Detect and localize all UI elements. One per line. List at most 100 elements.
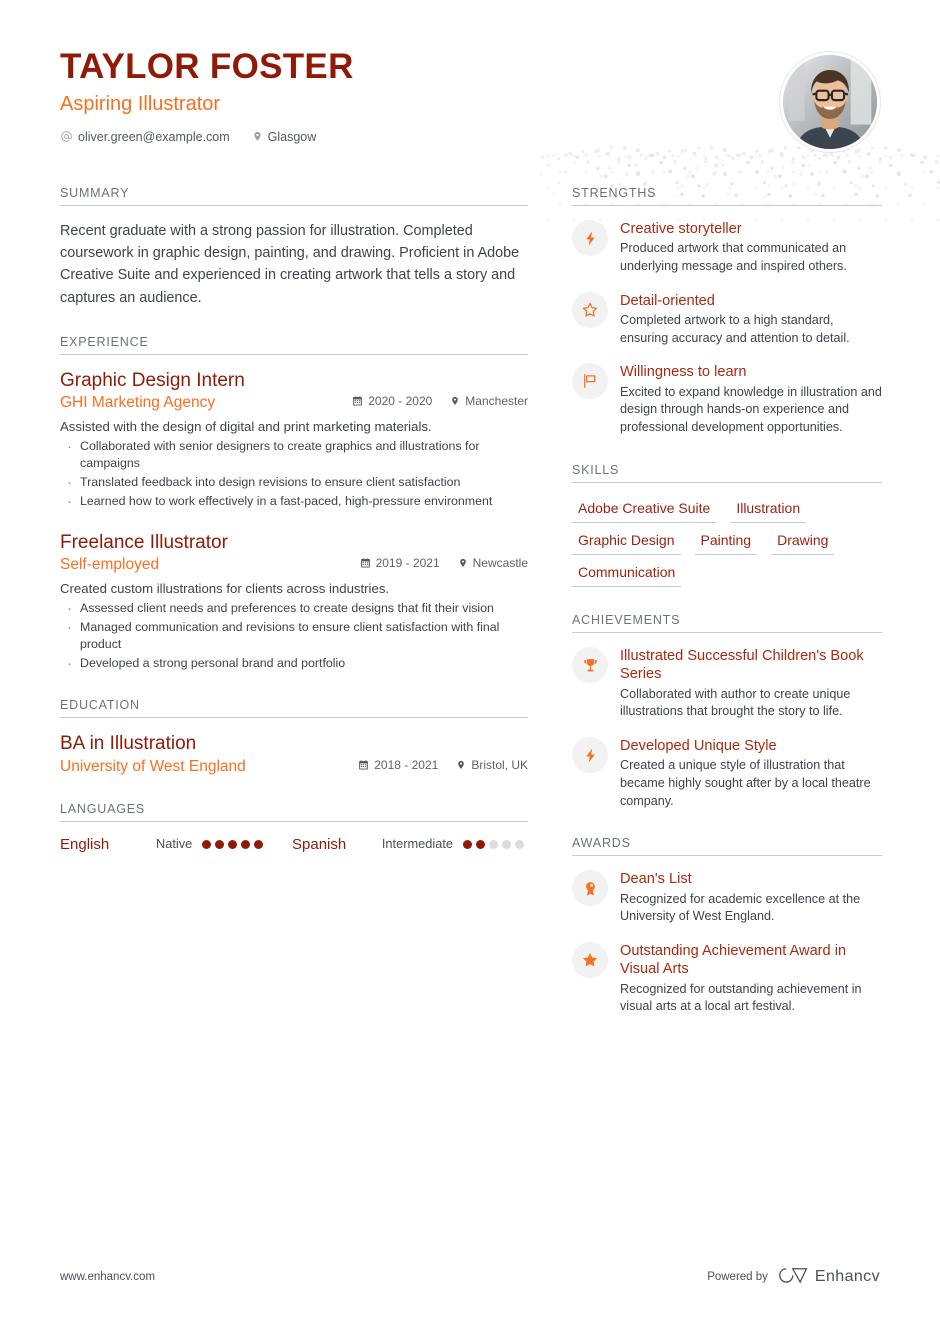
language-level: Intermediate	[381, 835, 453, 851]
map-pin-icon	[252, 130, 263, 143]
avatar	[780, 52, 880, 152]
footer-website[interactable]: www.enhancv.com	[60, 1271, 155, 1283]
experience-entry: Graphic Design Intern GHI Marketing Agen…	[60, 369, 528, 514]
proficiency-dot	[215, 839, 225, 849]
entry-dates-text: 2018 - 2021	[374, 757, 439, 772]
award-item: Dean's List Recognized for academic exce…	[572, 870, 882, 926]
item-description: Completed artwork to a high standard, en…	[620, 313, 850, 345]
contact-email-text: oliver.green@example.com	[78, 129, 230, 144]
section-header-strengths: STRENGTHS	[572, 186, 882, 206]
awards-list: Dean's List Recognized for academic exce…	[572, 870, 882, 1016]
lightning-bolt-icon	[572, 737, 608, 774]
powered-by-block: Powered by Enhancv	[707, 1266, 880, 1288]
item-description: Produced artwork that communicated an un…	[620, 241, 847, 273]
entry-description: Created custom illustrations for clients…	[60, 580, 390, 596]
item-description: Collaborated with author to create uniqu…	[620, 686, 851, 719]
section-experience: EXPERIENCE Graphic Design Intern GHI Mar…	[60, 335, 528, 676]
entry-bullet-list: Collaborated with senior designers to cr…	[60, 437, 528, 513]
section-header-education: EDUCATION	[60, 698, 528, 719]
skill-tag[interactable]: Communication	[572, 561, 682, 588]
entry-title: Freelance Illustrator	[60, 531, 228, 553]
section-languages: LANGUAGES English Native Spanish Interme…	[60, 802, 528, 854]
star-filled-icon	[572, 941, 608, 978]
section-header-languages: LANGUAGES	[60, 802, 528, 822]
resume-page: TAYLOR FOSTER Aspiring Illustrator olive…	[0, 0, 940, 1330]
entry-location: Newcastle	[458, 556, 528, 570]
entry-location-text: Newcastle	[472, 555, 528, 570]
contact-email[interactable]: oliver.green@example.com	[60, 130, 230, 144]
language-item: English Native	[60, 836, 292, 854]
job-role: Aspiring Illustrator	[60, 92, 221, 115]
entry-organization: University of West England	[60, 757, 246, 775]
proficiency-dot	[228, 839, 238, 849]
section-header-experience: EXPERIENCE	[60, 335, 528, 355]
entry-meta: 2020 - 2020 Manchester	[352, 394, 528, 408]
proficiency-dots	[202, 836, 264, 849]
language-proficiency: Intermediate	[382, 836, 524, 852]
proficiency-dot	[202, 839, 212, 849]
skill-tag[interactable]: Illustration	[730, 497, 807, 523]
language-item: Spanish Intermediate	[292, 836, 524, 854]
skills-list: Adobe Creative Suite Illustration Graphic …	[572, 497, 882, 588]
entry-title: Graphic Design Intern	[60, 369, 245, 391]
achievements-list: Illustrated Successful Children's Book S…	[572, 647, 882, 810]
language-proficiency: Native	[156, 836, 264, 852]
section-header-skills: SKILLS	[572, 463, 882, 483]
entry-dates-text: 2020 - 2020	[368, 394, 433, 408]
contact-location: Glasgow	[252, 129, 317, 144]
item-title: Creative storyteller	[620, 221, 742, 237]
section-skills: SKILLS Adobe Creative Suite Illustration G…	[572, 463, 882, 588]
proficiency-dot	[489, 839, 498, 849]
item-description: Excited to expand knowledge in illustrat…	[620, 384, 882, 434]
right-column: STRENGTHS Creative storyteller Produced …	[572, 186, 882, 1042]
entry-subheader: Self-employed 2019 - 2021 Newcastle	[60, 556, 528, 574]
entry-dates-text: 2019 - 2021	[375, 555, 440, 570]
entry-dates: 2018 - 2021	[358, 758, 438, 772]
left-column: SUMMARY Recent graduate with a strong pa…	[60, 186, 528, 1042]
proficiency-dot	[241, 839, 251, 849]
entry-location: Manchester	[450, 394, 528, 408]
flag-icon	[572, 363, 608, 400]
resume-header: TAYLOR FOSTER Aspiring Illustrator olive…	[60, 47, 880, 152]
item-title: Detail-oriented	[620, 292, 715, 309]
entry-description: Assisted with the design of digital and …	[60, 419, 432, 434]
award-medal-icon	[572, 870, 608, 907]
skill-tag[interactable]: Drawing	[771, 529, 835, 555]
skill-tag[interactable]: Adobe Creative Suite	[572, 497, 717, 523]
entry-dates: 2020 - 2020	[352, 394, 432, 408]
languages-list: English Native Spanish Intermediate	[60, 836, 528, 854]
skill-tag[interactable]: Graphic Design	[572, 529, 681, 555]
enhancv-brand: Enhancv	[778, 1266, 880, 1288]
list-item: Developed a strong personal brand and po…	[60, 654, 528, 675]
proficiency-dot	[254, 839, 264, 849]
entry-organization: Self-employed	[60, 555, 160, 573]
lightning-bolt-icon	[572, 220, 608, 256]
item-title: Dean's List	[620, 871, 692, 888]
map-pin-icon	[456, 759, 466, 771]
contact-location-text: Glasgow	[267, 129, 317, 144]
summary-text: Recent graduate with a strong passion fo…	[60, 223, 520, 306]
list-item: Assessed client needs and preferences to…	[60, 599, 528, 620]
strengths-list: Creative storyteller Produced artwork th…	[572, 220, 882, 437]
strength-item: Creative storyteller Produced artwork th…	[572, 220, 882, 276]
skill-tag[interactable]: Painting	[694, 529, 758, 555]
proficiency-dot	[476, 839, 485, 849]
section-header-awards: AWARDS	[572, 836, 882, 857]
strength-item: Detail-oriented Completed artwork to a h…	[572, 291, 882, 348]
item-title: Outstanding Achievement Award in Visual …	[620, 942, 847, 978]
map-pin-icon	[450, 395, 460, 407]
entry-location-text: Bristol, UK	[471, 757, 528, 772]
experience-entry: Freelance Illustrator Self-employed 2019…	[60, 531, 528, 676]
list-item: Translated feedback into design revision…	[60, 473, 528, 494]
proficiency-dots	[463, 836, 524, 849]
page-title: TAYLOR FOSTER	[60, 47, 354, 86]
section-achievements: ACHIEVEMENTS Illustrated Successful Chil…	[572, 613, 882, 810]
proficiency-dot	[502, 839, 511, 849]
calendar-icon	[360, 557, 371, 569]
entry-title: BA in Illustration	[60, 733, 197, 755]
item-description: Created a unique style of illustration t…	[620, 758, 871, 808]
entry-organization: GHI Marketing Agency	[60, 394, 216, 411]
entry-bullet-list: Assessed client needs and preferences to…	[60, 599, 528, 675]
entry-location-text: Manchester	[465, 394, 528, 408]
proficiency-dot	[515, 839, 524, 849]
